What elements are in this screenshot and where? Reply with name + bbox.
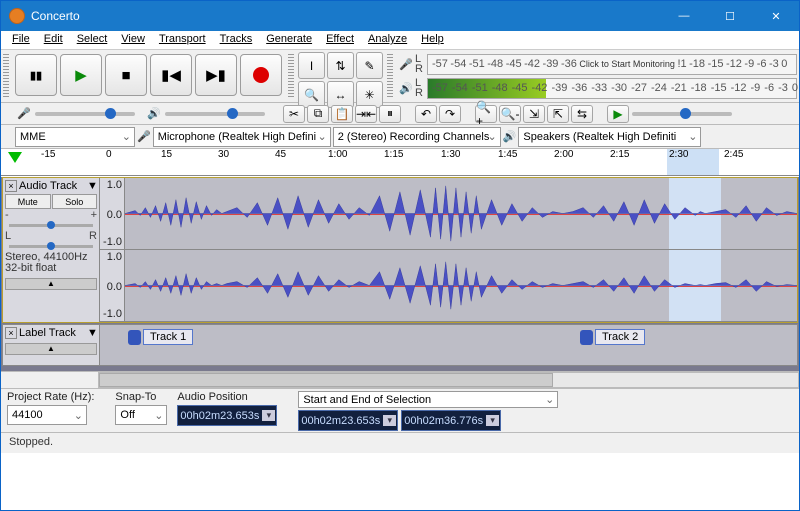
audio-host-combo[interactable]: MME (15, 127, 135, 147)
menu-help[interactable]: Help (414, 31, 451, 49)
audio-position-field[interactable]: 00h02m23.653s▾ (177, 405, 277, 426)
track-close-button[interactable]: × (5, 327, 17, 339)
tools-toolbar: I ⇅ ✎ 🔍 ↔ ✳ (296, 48, 385, 102)
track-info: Stereo, 44100Hz32-bit float (5, 252, 97, 274)
draw-tool[interactable]: ✎ (356, 52, 383, 79)
audio-position-label: Audio Position (177, 391, 277, 403)
mic-icon: 🎤 (17, 107, 31, 120)
track-close-button[interactable]: × (5, 180, 17, 192)
label-marker[interactable]: Track 2 (580, 329, 645, 345)
menu-edit[interactable]: Edit (37, 31, 70, 49)
project-rate-combo[interactable]: 44100 (7, 405, 87, 425)
menu-view[interactable]: View (114, 31, 152, 49)
mic-icon: 🎤 (137, 130, 151, 143)
gain-slider[interactable] (9, 224, 93, 227)
track-name[interactable]: Label Track (19, 327, 85, 339)
redo-button[interactable]: ↷ (439, 105, 461, 123)
skip-start-button[interactable]: ▮◀ (150, 54, 192, 96)
skip-end-button[interactable]: ▶▮ (195, 54, 237, 96)
record-device-combo[interactable]: Microphone (Realtek High Defini (153, 127, 331, 147)
selection-end-field[interactable]: 00h02m36.776s▾ (401, 410, 501, 431)
pause-button[interactable]: ▮▮ (15, 54, 57, 96)
fit-selection-button[interactable]: ⇲ (523, 105, 545, 123)
record-channels-combo[interactable]: 2 (Stereo) Recording Channels (333, 127, 501, 147)
silence-button[interactable]: ⏸ (379, 105, 401, 123)
window-title: Concerto (31, 9, 661, 23)
record-button[interactable] (240, 54, 282, 96)
record-volume-slider[interactable]: 🎤 (11, 105, 141, 122)
playback-volume-slider[interactable]: 🔊 (141, 105, 271, 122)
minimize-button[interactable]: — (661, 1, 707, 31)
snap-to-label: Snap-To (115, 391, 167, 403)
paste-button[interactable]: 📋 (331, 105, 353, 123)
collapse-button[interactable]: ▲ (5, 343, 97, 355)
selection-start-field[interactable]: 00h02m23.653s▾ (298, 410, 398, 431)
maximize-button[interactable]: ☐ (707, 1, 753, 31)
playback-device-combo[interactable]: Speakers (Realtek High Definiti (518, 127, 701, 147)
track-name[interactable]: Audio Track (19, 180, 85, 192)
project-rate-label: Project Rate (Hz): (7, 391, 94, 403)
zoom-toggle-button[interactable]: ⇆ (571, 105, 593, 123)
envelope-tool[interactable]: ⇅ (327, 52, 354, 79)
speaker-icon: 🔊 (503, 130, 517, 143)
collapse-button[interactable]: ▲ (5, 278, 97, 290)
status-bar: Stopped. (1, 432, 799, 453)
stop-button[interactable]: ■ (105, 54, 147, 96)
speaker-icon[interactable]: 🔊 (397, 82, 415, 95)
track-menu-button[interactable]: ▼ (87, 327, 97, 339)
copy-button[interactable]: ⧉ (307, 105, 329, 123)
menu-file[interactable]: File (5, 31, 37, 49)
label-track: × Label Track ▼ ▲ Track 1 Track 2 (2, 324, 798, 366)
track-menu-button[interactable]: ▼ (87, 180, 97, 192)
play-speed-slider[interactable] (632, 112, 732, 116)
menu-effect[interactable]: Effect (319, 31, 361, 49)
menu-generate[interactable]: Generate (259, 31, 319, 49)
fit-project-button[interactable]: ⇱ (547, 105, 569, 123)
app-icon (9, 8, 25, 24)
track-control-panel[interactable]: × Audio Track ▼ Mute Solo -+ LR Stereo, … (3, 178, 100, 322)
mic-icon[interactable]: 🎤 (397, 58, 415, 71)
menu-tracks[interactable]: Tracks (213, 31, 260, 49)
menu-select[interactable]: Select (70, 31, 115, 49)
play-at-speed-button[interactable]: ▶ (607, 105, 629, 123)
playhead-icon[interactable] (8, 152, 22, 163)
trim-button[interactable]: ⇥⇤ (355, 105, 377, 123)
waveform-display[interactable]: 1.00.0-1.0 1.00.0-1.0 (100, 178, 797, 322)
snap-to-combo[interactable]: Off (115, 405, 167, 425)
horizontal-scrollbar[interactable] (1, 371, 799, 388)
label-marker[interactable]: Track 1 (128, 329, 193, 345)
menu-analyze[interactable]: Analyze (361, 31, 414, 49)
speaker-icon: 🔊 (147, 107, 161, 120)
transport-toolbar: ▮▮ ▶ ■ ▮◀ ▶▮ (11, 50, 286, 102)
solo-button[interactable]: Solo (52, 194, 98, 209)
mute-button[interactable]: Mute (5, 194, 51, 209)
selection-tool[interactable]: I (298, 52, 325, 79)
meter-toolbar: 🎤 LR -57 -54 -51 -48 -45 -42 -39 -36 Cli… (395, 50, 799, 102)
menu-transport[interactable]: Transport (152, 31, 213, 49)
audio-track: × Audio Track ▼ Mute Solo -+ LR Stereo, … (2, 177, 798, 323)
label-area[interactable]: Track 1 Track 2 (100, 325, 797, 365)
zoom-out-button[interactable]: 🔍- (499, 105, 521, 123)
label-track-panel[interactable]: × Label Track ▼ ▲ (3, 325, 100, 365)
selection-mode-combo[interactable]: Start and End of Selection (298, 391, 558, 408)
timeline-ruler[interactable]: -15 0 15 30 45 1:00 1:15 1:30 1:45 2:00 … (1, 149, 799, 176)
pan-slider[interactable] (9, 245, 93, 248)
close-button[interactable]: ✕ (753, 1, 799, 31)
play-button[interactable]: ▶ (60, 54, 102, 96)
cut-button[interactable]: ✂ (283, 105, 305, 123)
zoom-in-button[interactable]: 🔍+ (475, 105, 497, 123)
record-meter[interactable]: -57 -54 -51 -48 -45 -42 -39 -36 Click to… (427, 54, 797, 75)
meter-lr: LR (415, 54, 427, 74)
playback-meter[interactable]: -57-54 -51-48 -45-42 -39-36 -33-30 -27-2… (427, 78, 797, 99)
undo-button[interactable]: ↶ (415, 105, 437, 123)
click-monitor: Click to Start Monitoring (579, 59, 675, 69)
menu-bar: File Edit Select View Transport Tracks G… (1, 31, 799, 50)
